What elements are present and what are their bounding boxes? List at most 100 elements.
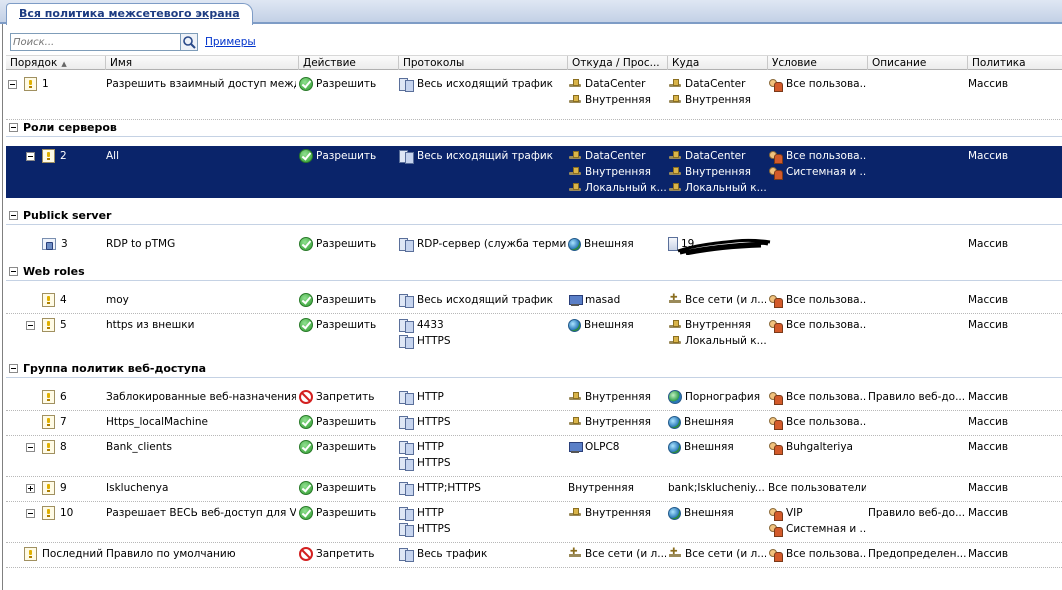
action-text: Разрешить — [316, 150, 377, 162]
to-text: Внешняя — [684, 507, 734, 519]
collapse-toggle[interactable] — [26, 439, 35, 455]
rule-action: Разрешить — [299, 148, 397, 164]
rule-protocols: Весь исходящий трафик — [399, 76, 566, 92]
to-text: Внутренняя — [685, 94, 751, 106]
table-row[interactable]: 4 moy Разрешить Весь исходящий трафик ma… — [6, 290, 1062, 314]
all-networks-icon — [568, 546, 582, 560]
table-row[interactable]: 6 Заблокированные веб-назначения Запрети… — [6, 387, 1062, 411]
column-order[interactable]: Порядок ▲ — [6, 56, 106, 70]
rule-name: Iskluchenya — [106, 482, 169, 494]
column-description[interactable]: Описание — [868, 56, 968, 70]
rule-name: Разрешает ВЕСЬ веб-доступ для V... — [106, 507, 296, 519]
to-text: Локальный к... — [685, 335, 766, 347]
examples-link[interactable]: Примеры — [205, 36, 256, 48]
search-input[interactable] — [13, 35, 179, 49]
globe-icon — [668, 415, 681, 429]
group-header[interactable]: Web roles — [6, 263, 1062, 281]
tab-firewall-policy[interactable]: Вся политика межсетевого экрана — [6, 3, 253, 25]
from-text: DataCenter — [585, 78, 646, 90]
users-icon — [768, 318, 783, 333]
protocol-icon — [399, 481, 414, 496]
column-header-row: Порядок ▲ Имя Действие Протоколы Откуда /… — [6, 55, 1062, 70]
rule-order: 5 — [42, 317, 104, 333]
column-action[interactable]: Действие — [299, 56, 399, 70]
all-networks-icon — [668, 546, 682, 560]
rule-policy: Массив — [968, 238, 1009, 250]
group-title: Web roles — [23, 265, 85, 278]
rule-condition: Все пользова... — [768, 76, 866, 92]
allow-icon — [299, 77, 313, 91]
order-text: Последний — [42, 548, 104, 560]
order-text: 5 — [60, 319, 67, 331]
column-from[interactable]: Откуда / Прос... — [568, 56, 668, 70]
collapse-toggle[interactable] — [26, 505, 35, 521]
rule-icon — [42, 506, 55, 520]
group-header[interactable]: Группа политик веб-доступа — [6, 360, 1062, 378]
table-row[interactable]: 3 RDP to pTMG Разрешить RDP-сервер (служ… — [6, 234, 1062, 258]
rule-action: Запретить — [299, 389, 397, 405]
table-row[interactable]: 9 Iskluchenya Разрешить HTTP;HTTPS Внутр… — [6, 478, 1062, 502]
condition-text: Все пользова... — [786, 294, 866, 306]
rule-action: Разрешить — [299, 414, 397, 430]
rule-action: Разрешить — [299, 439, 397, 455]
rule-condition: VIP Системная и ... — [768, 505, 866, 537]
network-icon — [568, 94, 582, 106]
minus-icon — [8, 79, 17, 89]
column-policy[interactable]: Политика — [968, 56, 1062, 70]
table-row[interactable]: 5 https из внешки Разрешить 4433 HTTPS Вн… — [6, 315, 1062, 355]
table-row-selected[interactable]: 2 All Разрешить Весь исходящий трафик Da… — [6, 146, 1062, 198]
table-row[interactable]: 1 Разрешить взаимный доступ межд... Разр… — [6, 74, 1062, 120]
column-condition[interactable]: Условие — [768, 56, 868, 70]
table-row[interactable]: 7 Https_localMachine Разрешить HTTPS Вну… — [6, 412, 1062, 436]
collapse-toggle[interactable] — [26, 148, 35, 164]
protocol-text: Весь исходящий трафик — [417, 294, 554, 306]
group-header[interactable]: Роли серверов — [6, 119, 1062, 137]
table-row[interactable]: 8 Bank_clients Разрешить HTTP HTTPS OLPC8… — [6, 437, 1062, 477]
rule-protocols: Весь исходящий трафик — [399, 148, 566, 164]
condition-text: Все пользова... — [786, 150, 866, 162]
rule-name: https из внешки — [106, 319, 195, 331]
rule-condition: Все пользова... — [768, 414, 866, 430]
column-to[interactable]: Куда — [668, 56, 768, 70]
search-button[interactable] — [180, 34, 197, 50]
rule-icon — [24, 77, 37, 91]
network-icon — [668, 335, 682, 347]
table-row[interactable]: Последний Правило по умолчанию Запретить… — [6, 544, 1062, 568]
table-row[interactable]: 10 Разрешает ВЕСЬ веб-доступ для V... Ра… — [6, 503, 1062, 543]
rule-to: bank;Isklucheniy... — [668, 482, 765, 494]
minus-icon — [9, 123, 18, 132]
group-header[interactable]: Publick server — [6, 207, 1062, 225]
rule-to: Внешняя — [668, 505, 766, 521]
rule-order: 1 — [24, 76, 104, 92]
column-protocols[interactable]: Протоколы — [399, 56, 568, 70]
from-text: Внутренняя — [585, 416, 651, 428]
to-text: Локальный к... — [685, 182, 766, 194]
protocol-text: Весь трафик — [417, 548, 488, 560]
expand-toggle[interactable] — [26, 480, 35, 496]
collapse-toggle[interactable] — [8, 76, 17, 92]
collapse-toggle[interactable] — [26, 317, 35, 333]
allow-icon — [299, 440, 313, 454]
to-text: Внутренняя — [685, 319, 751, 331]
rule-condition: Все пользователи — [768, 482, 866, 494]
protocol-text: HTTPS — [417, 523, 451, 535]
rule-action: Разрешить — [299, 236, 397, 252]
computer-icon — [568, 441, 583, 453]
action-text: Разрешить — [316, 78, 377, 90]
network-icon — [668, 94, 682, 106]
rule-icon — [42, 481, 55, 495]
rule-action: Разрешить — [299, 76, 397, 92]
search-box[interactable] — [10, 33, 198, 51]
column-name[interactable]: Имя — [106, 56, 299, 70]
users-icon — [768, 293, 783, 308]
condition-text: Системная и ... — [786, 166, 866, 178]
rule-policy: Массив — [968, 78, 1009, 90]
network-icon — [568, 166, 582, 178]
action-text: Разрешить — [316, 416, 377, 428]
rule-order: Последний — [24, 546, 106, 562]
protocol-text: HTTP — [417, 441, 444, 453]
minus-icon — [9, 364, 18, 373]
rule-from: Внутренняя — [568, 389, 666, 405]
rule-condition: Все пользова... — [768, 317, 866, 333]
rule-order: 8 — [42, 439, 104, 455]
